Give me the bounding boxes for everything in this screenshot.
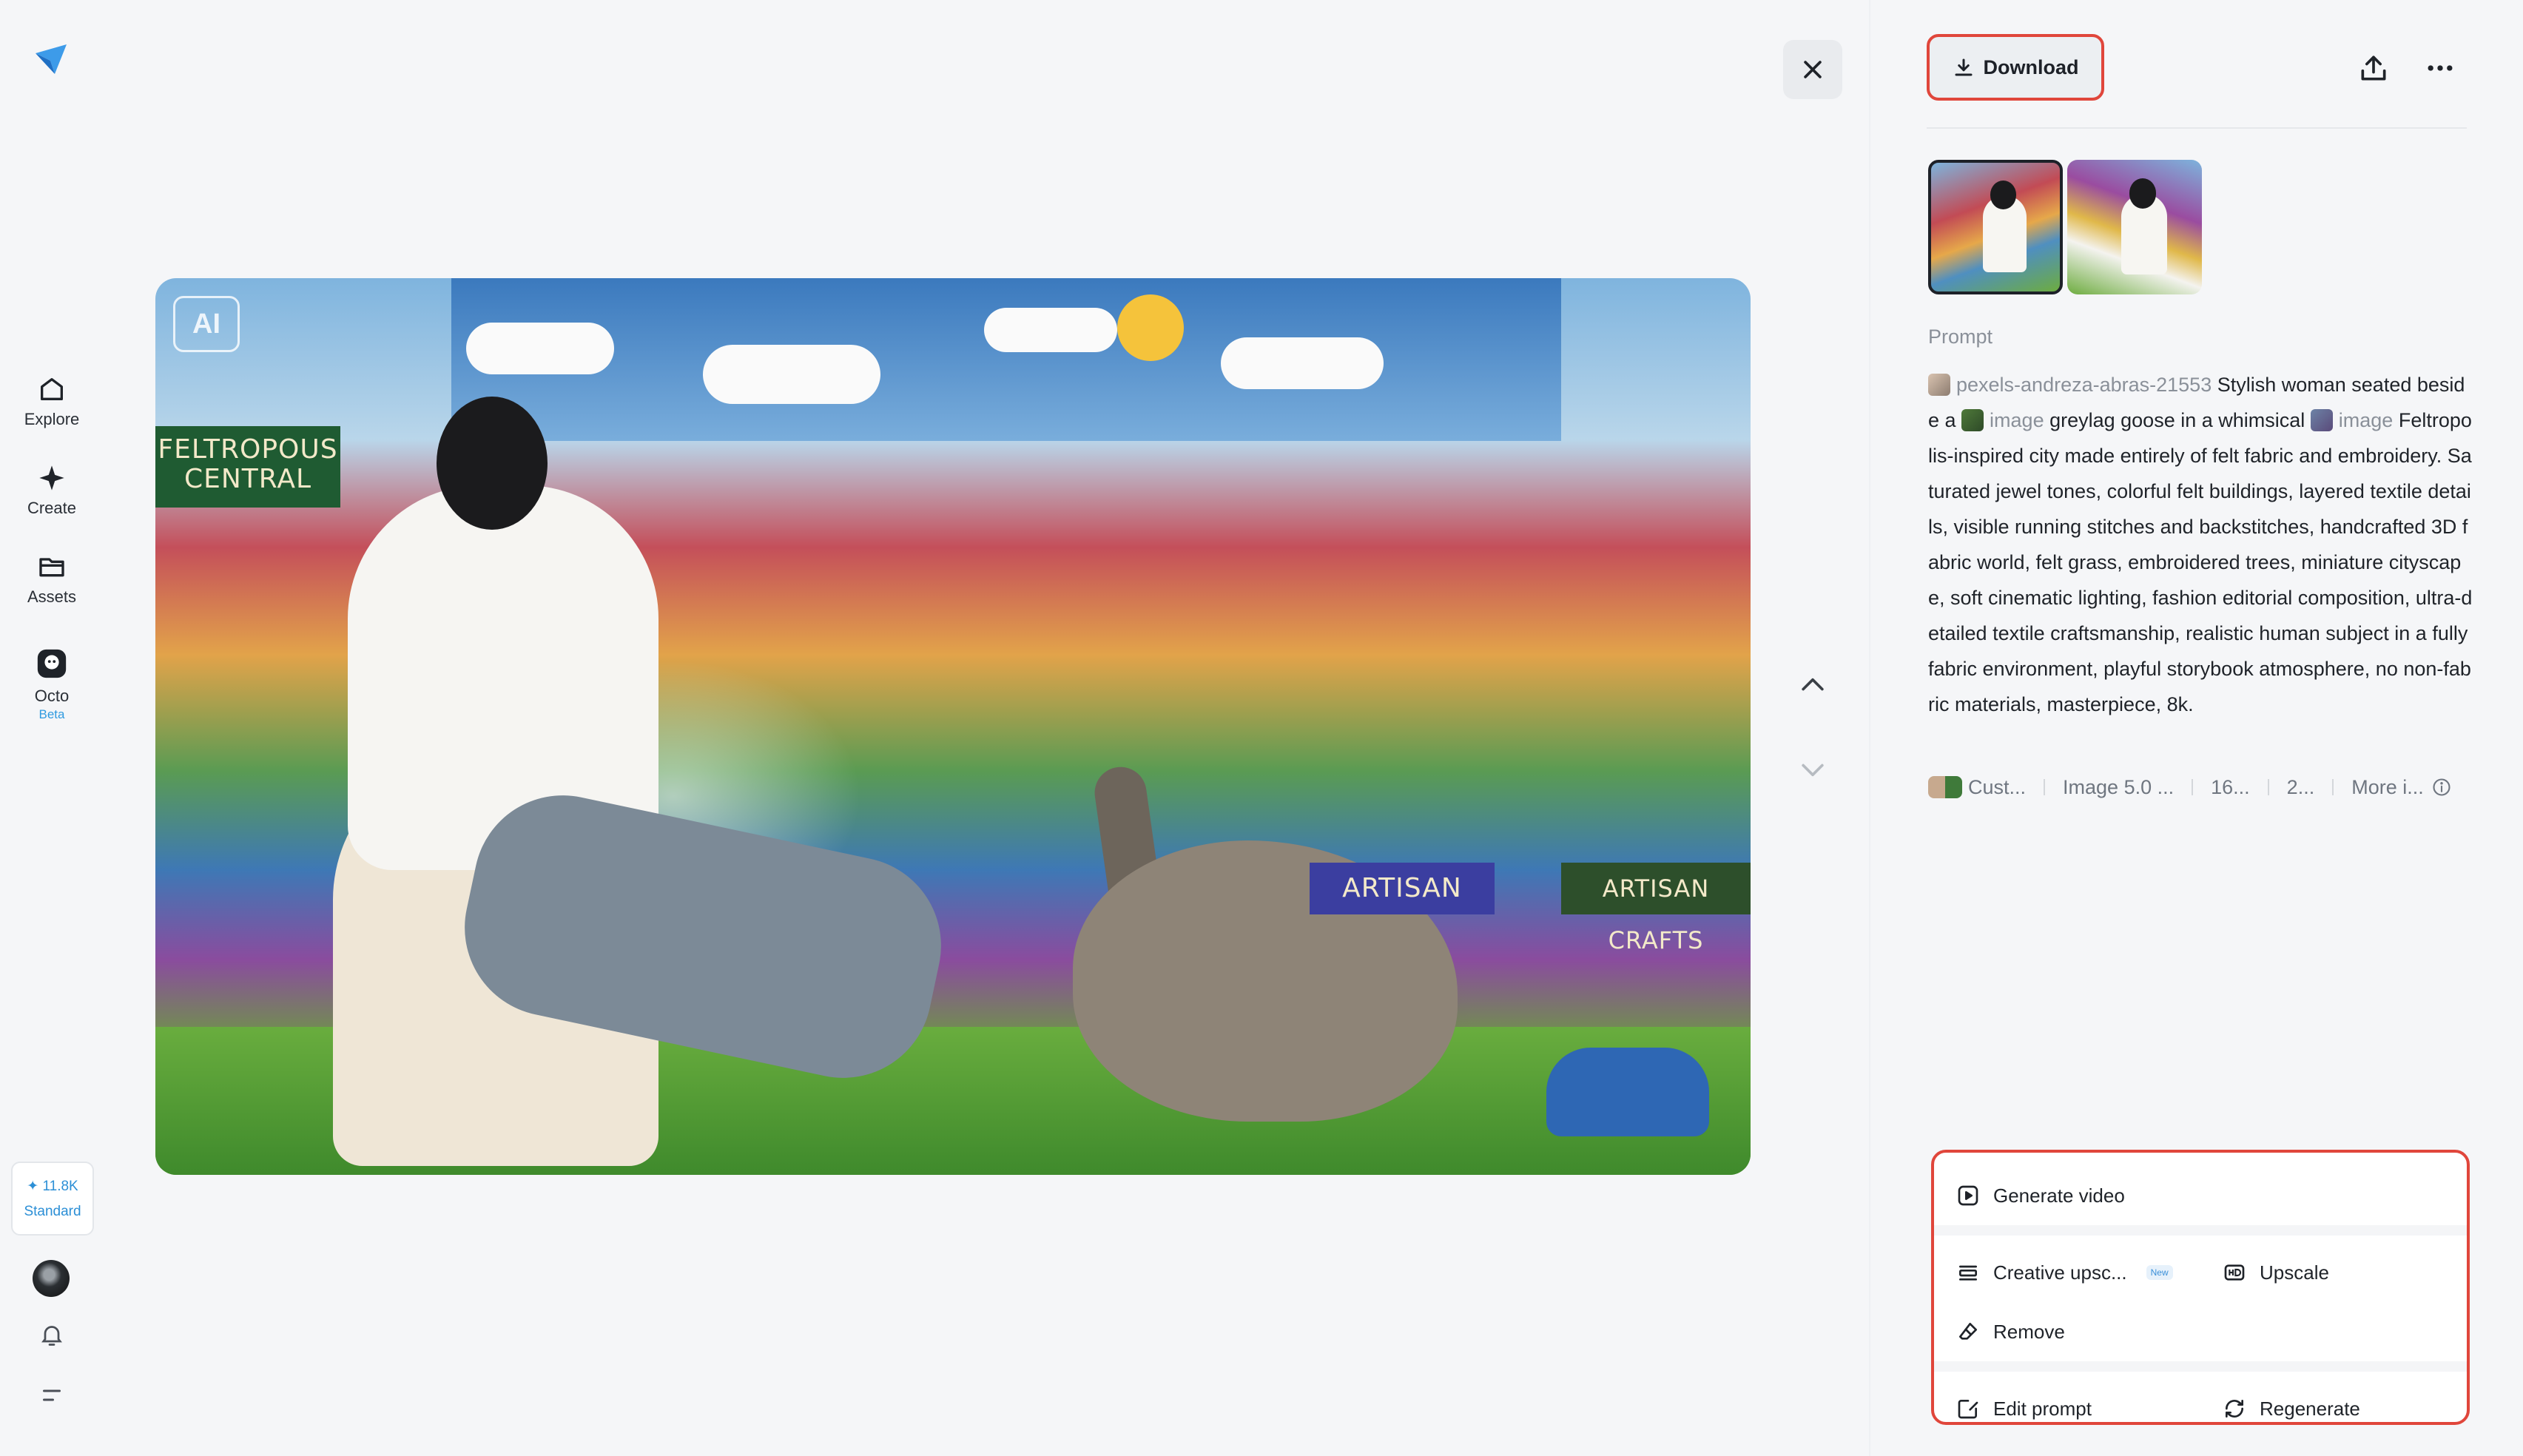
panel-divider bbox=[1869, 0, 1870, 1456]
actions-separator bbox=[1934, 1361, 2467, 1372]
reference-image-tag[interactable]: image bbox=[1990, 409, 2044, 431]
reference-image-tag[interactable]: pexels-andreza-abras-21553 bbox=[1956, 374, 2212, 396]
download-icon bbox=[1955, 58, 1972, 76]
octo-icon bbox=[37, 649, 67, 678]
nav-label: Assets bbox=[27, 587, 77, 606]
nav-explore[interactable]: Explore bbox=[0, 374, 104, 429]
image-sign-central: FELTROPOUS CENTRAL bbox=[155, 426, 340, 508]
image-cloud bbox=[466, 323, 614, 374]
prompt-title: Prompt bbox=[1928, 326, 1993, 348]
meta-resolution: 2... bbox=[2286, 775, 2315, 798]
meta-separator bbox=[2267, 779, 2269, 795]
sign-text: ARTISAN CRAFTS bbox=[1602, 874, 1710, 954]
action-label: Remove bbox=[1993, 1320, 2065, 1343]
meta-custom: Cust... bbox=[1968, 775, 2027, 798]
meta-separator bbox=[2192, 779, 2194, 795]
upscale-button[interactable]: Upscale bbox=[2223, 1255, 2329, 1290]
sparkle-icon bbox=[39, 465, 64, 491]
chevron-down-icon[interactable] bbox=[1796, 753, 1829, 786]
nav-label: Create bbox=[27, 499, 77, 517]
reference-thumbnail bbox=[2310, 409, 2333, 431]
regenerate-button[interactable]: Regenerate bbox=[2223, 1391, 2360, 1426]
generation-meta: Cust... Image 5.0 ... 16... 2... More i.… bbox=[1928, 769, 2452, 805]
reference-thumbnail bbox=[1961, 409, 1984, 431]
creative-upscale-icon bbox=[1959, 1265, 1977, 1281]
image-cloud bbox=[1221, 337, 1384, 389]
new-badge: New bbox=[2146, 1265, 2173, 1280]
action-label: Upscale bbox=[2260, 1261, 2329, 1284]
bell-icon[interactable] bbox=[38, 1321, 65, 1348]
remove-button[interactable]: Remove bbox=[1956, 1314, 2065, 1349]
image-car bbox=[1546, 1048, 1709, 1136]
sign-text: ARTISAN bbox=[1342, 873, 1462, 903]
video-icon bbox=[1958, 1185, 1978, 1206]
nav-octo[interactable]: Octo Beta bbox=[0, 647, 104, 722]
refresh-icon bbox=[2226, 1400, 2243, 1418]
generated-image[interactable]: FELTROPOUS CENTRAL ARTISAN ARTISAN CRAFT… bbox=[155, 278, 1751, 1175]
nav-label: Octo bbox=[34, 687, 70, 705]
creative-upscale-button[interactable]: Creative upsc... New bbox=[1956, 1255, 2173, 1290]
beta-badge: Beta bbox=[38, 707, 65, 721]
meta-separator bbox=[2332, 779, 2334, 795]
credits-amount: ✦ 11.8K bbox=[27, 1179, 78, 1194]
meta-separator bbox=[2044, 779, 2046, 795]
meta-aspect: 16... bbox=[2211, 775, 2250, 798]
panel-separator bbox=[1927, 127, 2467, 129]
plan-tier: Standard bbox=[24, 1204, 81, 1219]
sidebar: Explore Create Assets Octo Beta ✦ 11.8K … bbox=[0, 0, 104, 1456]
nav-label: Explore bbox=[24, 410, 80, 428]
hd-icon bbox=[2224, 1264, 2245, 1281]
nav-create[interactable]: Create bbox=[0, 463, 104, 518]
reference-image-tag[interactable]: image bbox=[2339, 409, 2394, 431]
image-cloud bbox=[984, 308, 1117, 352]
action-label: Generate video bbox=[1993, 1184, 2125, 1207]
close-icon bbox=[1804, 61, 1822, 78]
edit-prompt-icon bbox=[1958, 1400, 1978, 1419]
share-icon[interactable] bbox=[2357, 52, 2390, 84]
nav-assets[interactable]: Assets bbox=[0, 552, 104, 607]
reference-thumbnail bbox=[1928, 776, 1962, 798]
menu-icon[interactable] bbox=[38, 1382, 65, 1409]
image-thumbnail-selected[interactable] bbox=[1928, 160, 2063, 294]
eraser-icon bbox=[1959, 1323, 1977, 1340]
edit-prompt-button[interactable]: Edit prompt bbox=[1956, 1391, 2092, 1426]
image-sign-artisan-crafts: ARTISAN CRAFTS bbox=[1561, 863, 1751, 954]
image-thumbnail[interactable] bbox=[2067, 160, 2202, 294]
action-label: Regenerate bbox=[2260, 1397, 2360, 1420]
more-options-icon[interactable] bbox=[2424, 52, 2456, 84]
action-label: Creative upsc... bbox=[1993, 1261, 2127, 1284]
reference-thumbnail bbox=[1928, 374, 1950, 396]
image-sign-artisan: ARTISAN bbox=[1310, 863, 1495, 914]
action-label: Edit prompt bbox=[1993, 1397, 2092, 1420]
folder-icon bbox=[39, 558, 64, 577]
meta-more-info[interactable]: More i... bbox=[2351, 776, 2424, 799]
download-label: Download bbox=[1983, 55, 2079, 78]
info-icon[interactable] bbox=[2431, 777, 2452, 798]
avatar[interactable] bbox=[33, 1260, 70, 1297]
prompt-segment: Feltropolis-inspired city made entirely … bbox=[1928, 409, 2473, 715]
chevron-up-icon[interactable] bbox=[1796, 669, 1829, 701]
sign-text: FELTROPOUS CENTRAL bbox=[158, 434, 338, 494]
credits-badge[interactable]: ✦ 11.8K Standard bbox=[11, 1162, 94, 1236]
meta-model: Image 5.0 ... bbox=[2063, 775, 2175, 798]
prompt-text: pexels-andreza-abras-21553 Stylish woman… bbox=[1928, 367, 2474, 722]
generate-video-button[interactable]: Generate video bbox=[1956, 1178, 2125, 1213]
image-woman-head bbox=[437, 397, 548, 530]
ai-badge: AI bbox=[173, 296, 240, 352]
download-button[interactable]: Download bbox=[1927, 34, 2104, 101]
image-sky bbox=[451, 278, 1561, 441]
close-button[interactable] bbox=[1783, 40, 1842, 99]
home-icon bbox=[41, 377, 64, 400]
image-cloud bbox=[703, 345, 880, 404]
image-sun bbox=[1117, 294, 1184, 361]
prompt-segment: greylag goose in a whimsical bbox=[2044, 409, 2311, 431]
actions-separator bbox=[1934, 1225, 2467, 1236]
thumb-head bbox=[2129, 178, 2157, 209]
app-logo-icon[interactable] bbox=[33, 40, 71, 78]
actions-panel: Generate video Creative upsc... New Upsc… bbox=[1931, 1150, 2470, 1425]
thumb-head bbox=[1990, 181, 2016, 209]
